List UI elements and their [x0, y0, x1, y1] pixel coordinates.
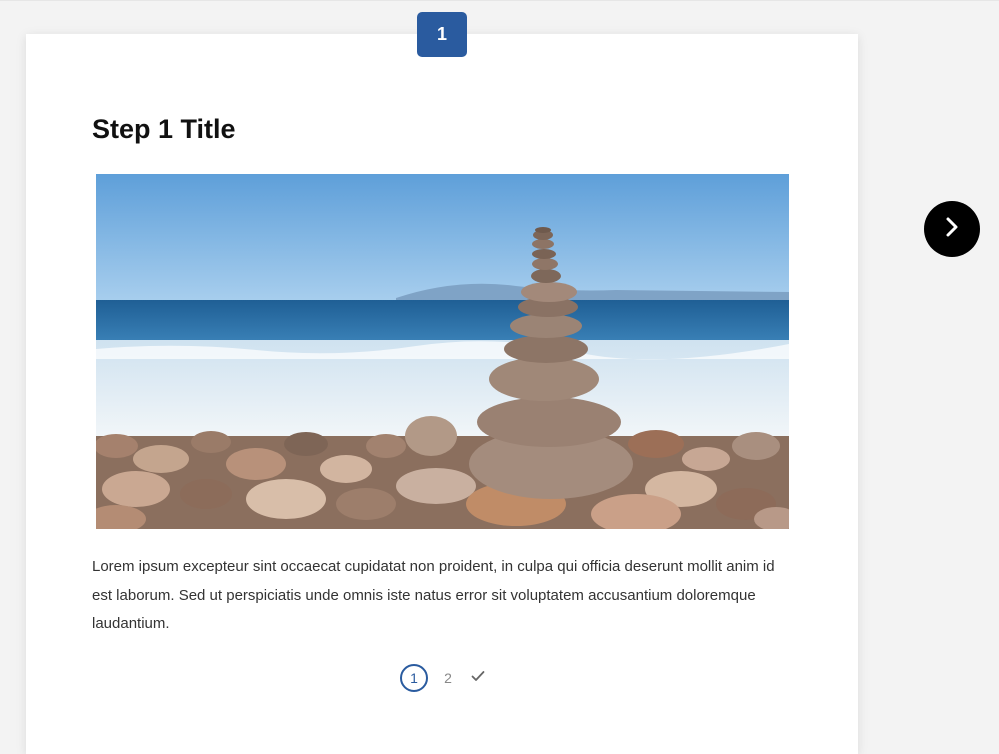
- pager-step-1[interactable]: 1: [400, 664, 428, 692]
- step-image: [96, 174, 789, 529]
- checkmark-icon: [471, 669, 485, 687]
- step-title: Step 1 Title: [92, 114, 236, 144]
- pager-step-2[interactable]: 2: [436, 666, 460, 690]
- step-number-badge: 1: [417, 12, 467, 57]
- chevron-right-icon: [942, 215, 962, 244]
- top-divider: [0, 0, 999, 1]
- step-pager: 1 2: [400, 664, 488, 692]
- pager-complete[interactable]: [468, 666, 488, 690]
- step-description: Lorem ipsum excepteur sint occaecat cupi…: [92, 558, 775, 632]
- next-step-button[interactable]: [924, 201, 980, 257]
